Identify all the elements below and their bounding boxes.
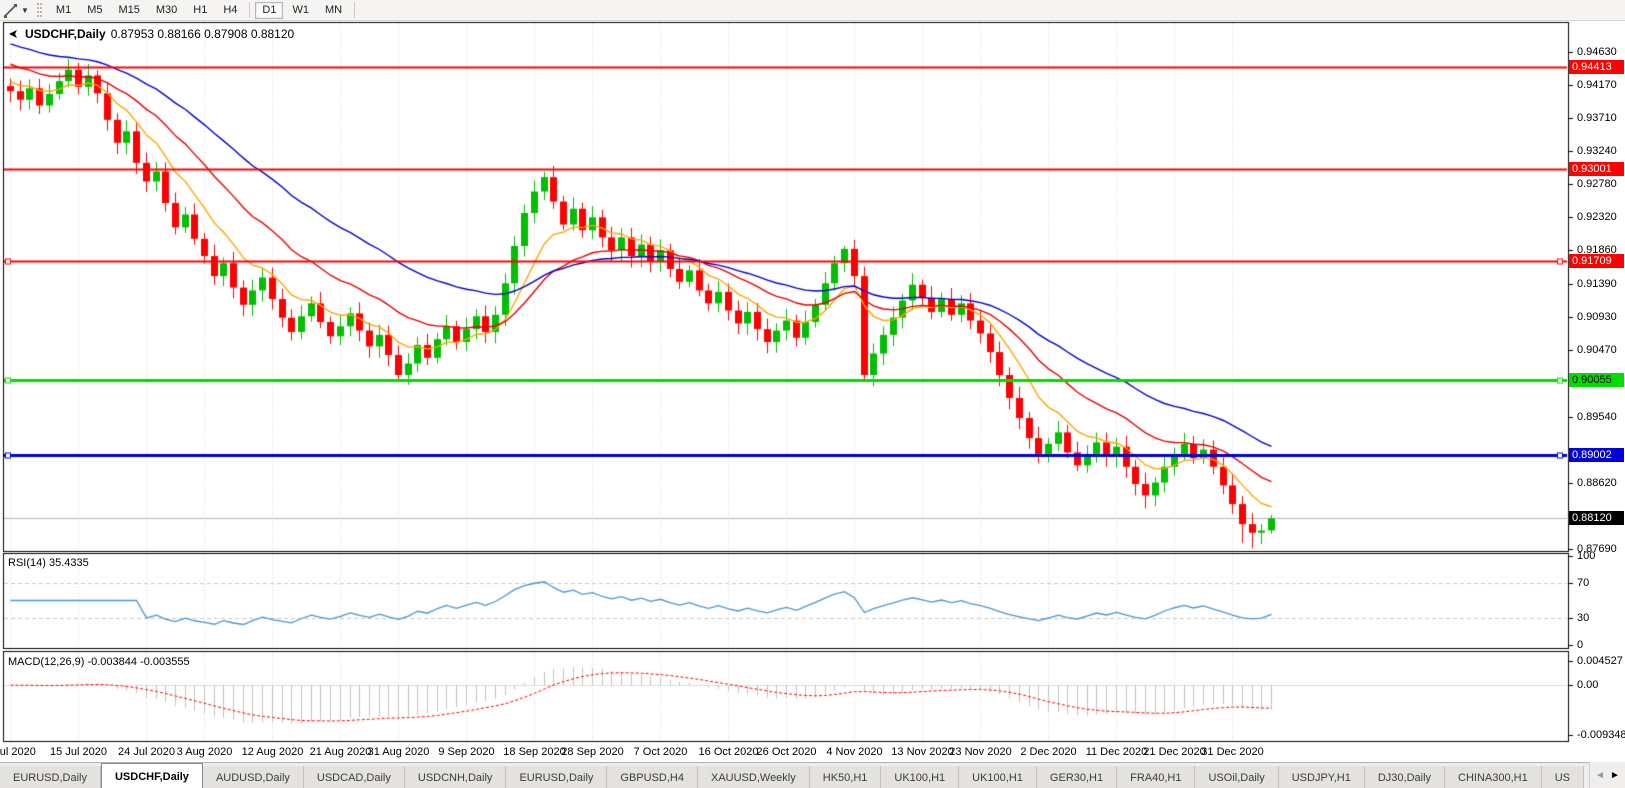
chart-tab-usoil-daily[interactable]: USOil,Daily (1195, 766, 1278, 788)
price-axis-label: 0.93240 (1577, 145, 1617, 157)
rsi-axis-label: 30 (1577, 612, 1589, 624)
price-axis-label: 0.88620 (1577, 477, 1617, 489)
current-price-badge: 0.88120 (1569, 511, 1624, 525)
macd-axis-label: 0.00 (1577, 679, 1598, 691)
chart-tab-usdcnh-daily[interactable]: USDCNH,Daily (405, 766, 507, 788)
hline-price-badge[interactable]: 0.90055 (1569, 373, 1624, 387)
price-axis-label: 0.91390 (1577, 278, 1617, 290)
chart-tab-us[interactable]: US (1542, 766, 1584, 788)
chart-tab-audusd-daily[interactable]: AUDUSD,Daily (203, 766, 304, 788)
rsi-axis-label: 0 (1577, 639, 1583, 651)
chart-tab-usdchf-daily[interactable]: USDCHF,Daily (101, 763, 203, 788)
date-axis-label: 3 Aug 2020 (177, 746, 233, 758)
date-axis-label: 26 Oct 2020 (757, 746, 817, 758)
date-axis-label: 15 Jul 2020 (50, 746, 107, 758)
date-axis-label: 11 Dec 2020 (1086, 746, 1148, 758)
price-axis-label: 0.90930 (1577, 311, 1617, 323)
chart-tab-eurusd-daily[interactable]: EURUSD,Daily (506, 766, 607, 788)
date-axis-label: 12 Aug 2020 (242, 746, 304, 758)
price-axis-label: 0.92780 (1577, 178, 1617, 190)
chart-tab-fra40-h1[interactable]: FRA40,H1 (1117, 766, 1195, 788)
date-axis-label: 7 Oct 2020 (634, 746, 688, 758)
date-axis-label: 21 Dec 2020 (1143, 746, 1205, 758)
tab-scroll-left-icon[interactable]: ◄ (1595, 770, 1605, 781)
price-axis-label: 0.94630 (1577, 46, 1617, 58)
mt4-window: ▼ M1M5M15M30H1H4D1W1MN USDCHF,Daily 0.87… (0, 0, 1625, 788)
chart-tab-gbpusd-h4[interactable]: GBPUSD,H4 (607, 766, 698, 788)
tab-scroll-right-icon[interactable]: ► (1610, 770, 1620, 781)
chart-canvas[interactable] (0, 0, 1625, 762)
date-axis-label: 2 Dec 2020 (1020, 746, 1076, 758)
date-axis-label: 9 Sep 2020 (438, 746, 494, 758)
chart-tab-xauusd-weekly[interactable]: XAUUSD,Weekly (698, 766, 810, 788)
macd-axis-label: 0.004527 (1577, 655, 1623, 667)
chart-tab-uk100-h1[interactable]: UK100,H1 (881, 766, 959, 788)
date-axis-label: 31 Dec 2020 (1201, 746, 1263, 758)
chart-tab-bar: EURUSD,DailyUSDCHF,DailyAUDUSD,DailyUSDC… (0, 762, 1625, 788)
hline-price-badge[interactable]: 0.89002 (1569, 448, 1624, 462)
rsi-axis-label: 70 (1577, 577, 1589, 589)
chart-tab-ger30-h1[interactable]: GER30,H1 (1037, 766, 1117, 788)
date-axis-label: 13 Nov 2020 (891, 746, 953, 758)
chart-tab-usdjpy-h1[interactable]: USDJPY,H1 (1279, 766, 1365, 788)
chart-tab-hk50-h1[interactable]: HK50,H1 (810, 766, 882, 788)
chart-ohlc-values: 0.87953 0.88166 0.87908 0.88120 (111, 27, 295, 41)
chart-tab-eurusd-daily[interactable]: EURUSD,Daily (0, 766, 101, 788)
chart-tab-dj30-daily[interactable]: DJ30,Daily (1365, 766, 1445, 788)
chart-symbol-period: USDCHF,Daily (25, 27, 106, 41)
chart-tab-uk100-h1[interactable]: UK100,H1 (959, 766, 1037, 788)
hline-price-badge[interactable]: 0.94413 (1569, 60, 1624, 74)
chart-marker-icon (8, 29, 20, 39)
date-axis-label: 16 Oct 2020 (699, 746, 759, 758)
tab-scroll-arrows: ◄ ► (1589, 762, 1625, 788)
date-axis-label: 6 Jul 2020 (0, 746, 36, 758)
rsi-axis-label: 100 (1577, 550, 1595, 562)
chart-tab-china300-h1[interactable]: CHINA300,H1 (1445, 766, 1542, 788)
price-axis-label: 0.92320 (1577, 211, 1617, 223)
date-axis-label: 24 Jul 2020 (118, 746, 175, 758)
date-axis-label: 23 Nov 2020 (949, 746, 1011, 758)
chart-title: USDCHF,Daily 0.87953 0.88166 0.87908 0.8… (8, 27, 294, 41)
date-axis-label: 4 Nov 2020 (826, 746, 882, 758)
date-axis-label: 18 Sep 2020 (503, 746, 565, 758)
price-axis-label: 0.90470 (1577, 344, 1617, 356)
macd-axis-label: -0.009348 (1577, 729, 1625, 741)
date-axis-label: 31 Aug 2020 (368, 746, 430, 758)
hline-price-badge[interactable]: 0.93001 (1569, 162, 1624, 176)
date-axis-label: 21 Aug 2020 (310, 746, 372, 758)
hline-price-badge[interactable]: 0.91709 (1569, 254, 1624, 268)
date-axis-label: 28 Sep 2020 (561, 746, 623, 758)
chart-tab-usdcad-daily[interactable]: USDCAD,Daily (304, 766, 405, 788)
rsi-label: RSI(14) 35.4335 (8, 557, 89, 569)
price-axis-label: 0.89540 (1577, 411, 1617, 423)
price-axis-label: 0.94170 (1577, 79, 1617, 91)
macd-label: MACD(12,26,9) -0.003844 -0.003555 (8, 656, 190, 668)
price-axis-label: 0.93710 (1577, 112, 1617, 124)
